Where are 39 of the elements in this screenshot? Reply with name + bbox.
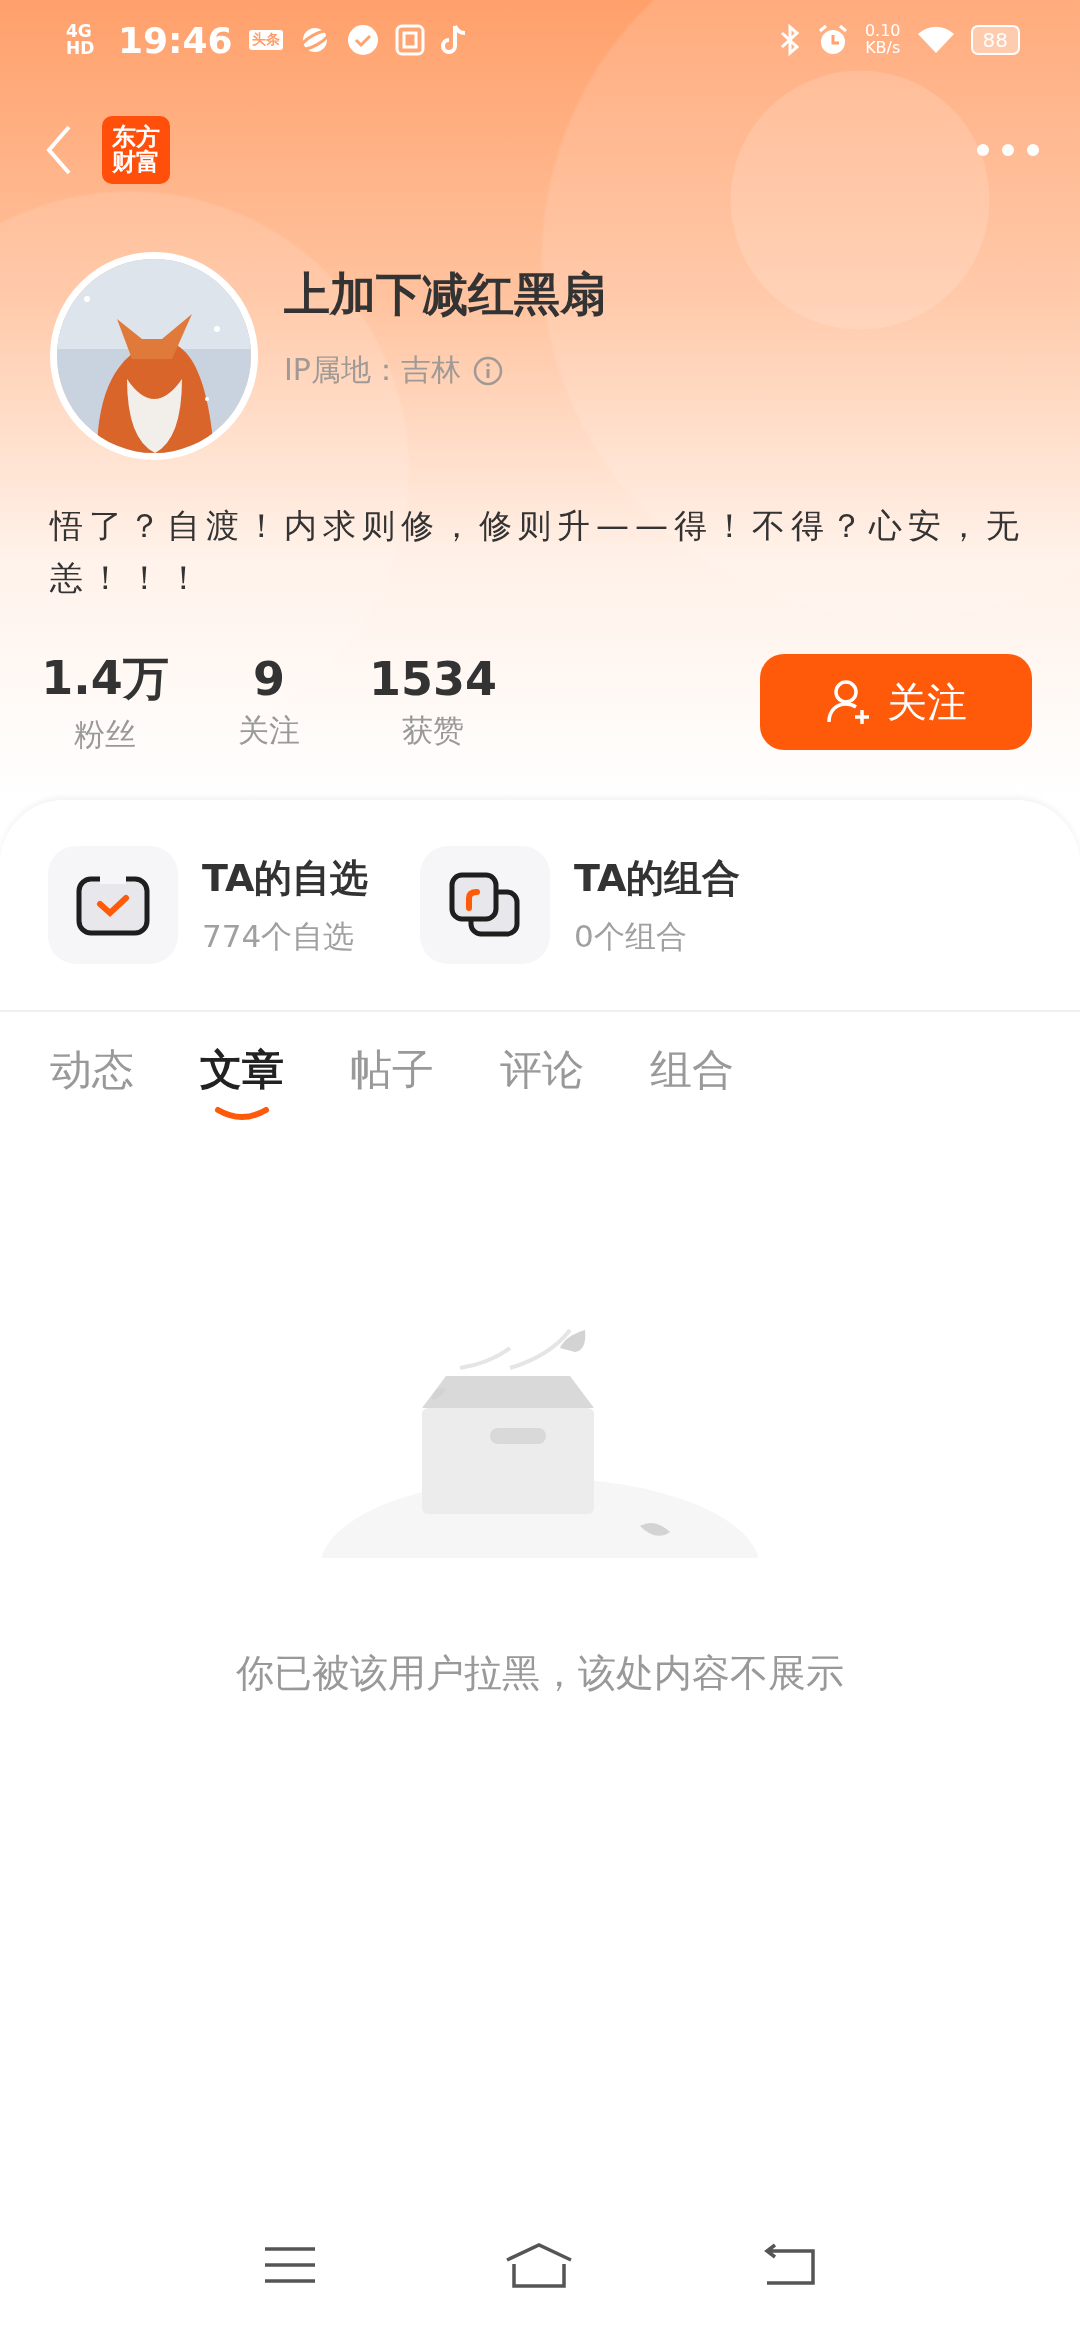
app-logo: 东方 财富	[102, 116, 170, 184]
clock-time: 19:46	[118, 19, 233, 61]
home-icon[interactable]	[504, 2242, 574, 2288]
stat-label: 关注	[238, 711, 300, 750]
tab[interactable]: 帖子	[350, 1042, 434, 1128]
ip-location: IP属地：吉林	[284, 351, 461, 389]
menu-icon[interactable]	[263, 2245, 318, 2285]
network-speed: 0.10	[864, 23, 901, 40]
wifi-icon	[916, 25, 955, 55]
empty-message: 你已被该用户拉黑，该处内容不展示	[236, 1650, 844, 1697]
stat-label: 粉丝	[74, 715, 136, 754]
speed-unit: KB/s	[865, 40, 901, 57]
alarm-icon	[816, 24, 849, 56]
stat-value: 1.4万	[41, 650, 169, 707]
stat-value: 9	[253, 652, 285, 706]
tab[interactable]: 评论	[500, 1042, 584, 1128]
shortcut-item[interactable]: TA的组合 0个组合	[420, 846, 766, 964]
tab-underline	[214, 1106, 270, 1122]
shortcut-item[interactable]: TA的自选 774个自选	[48, 846, 394, 964]
tab[interactable]: 组合	[650, 1042, 734, 1128]
stat-label: 获赞	[402, 711, 464, 750]
user-name: 上加下减红黑扇	[284, 266, 606, 323]
user-bio: 悟了？自渡！内求则修，修则升——得！不得？心安，无恙！！！	[50, 505, 1026, 599]
follow-button[interactable]: 关注	[760, 654, 1032, 750]
checkbox-tray-icon	[76, 874, 150, 936]
shortcut-count: 774个自选	[202, 916, 356, 956]
tab[interactable]: 动态	[50, 1042, 134, 1128]
shortcut-count: 0个组合	[574, 916, 688, 956]
check-circle-icon	[346, 24, 379, 56]
overlap-squares-icon	[449, 872, 521, 938]
bluetooth-icon	[778, 24, 801, 56]
square-app-icon	[394, 24, 425, 56]
stat-value: 1534	[369, 652, 497, 706]
battery-level: 88	[970, 25, 1020, 55]
tab[interactable]: 文章	[200, 1042, 284, 1128]
app-notification-icon: 头条	[248, 30, 283, 50]
shortcut-title: TA的组合	[574, 854, 741, 902]
shortcut-title: TA的自选	[202, 854, 369, 902]
network-indicator: 4GHD	[66, 23, 96, 57]
